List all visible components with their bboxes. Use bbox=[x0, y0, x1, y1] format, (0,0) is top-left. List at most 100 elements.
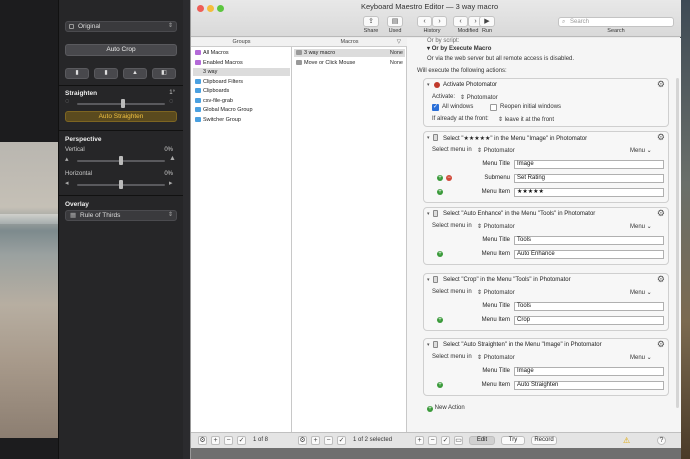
add-group-button[interactable]: + bbox=[211, 436, 220, 445]
action-select-menu[interactable]: ▾ Select "Crop" in the Menu "Tools" in Ph… bbox=[423, 273, 669, 331]
run-button[interactable]: ▶ bbox=[479, 16, 495, 27]
groups-gear-button[interactable]: ⚙ bbox=[198, 436, 207, 445]
add-macro-button[interactable]: + bbox=[311, 436, 320, 445]
edit-button[interactable]: Edit bbox=[469, 436, 495, 445]
add-submenu-button[interactable]: + bbox=[437, 175, 443, 181]
flip-vertical-icon[interactable]: ▲ bbox=[123, 68, 147, 79]
history-forward-button[interactable]: › bbox=[432, 16, 447, 27]
close-window-button[interactable] bbox=[197, 5, 204, 12]
menu-dropdown[interactable]: Menu ⌄ bbox=[630, 289, 652, 296]
add-action-button[interactable]: + bbox=[415, 436, 424, 445]
disclosure-triangle-icon[interactable]: ▾ bbox=[427, 277, 430, 283]
disclosure-triangle-icon[interactable]: ▾ bbox=[427, 211, 430, 217]
vertical-slider[interactable] bbox=[77, 156, 165, 165]
disclosure-triangle-icon[interactable]: ▾ bbox=[427, 342, 430, 348]
action-select-menu[interactable]: ▾ Select "★★★★★" in the Menu "Image" in P… bbox=[423, 131, 669, 203]
gear-icon[interactable]: ⚙ bbox=[657, 274, 665, 285]
app-select[interactable]: ⇕ Photomator bbox=[477, 223, 515, 230]
rotate-left-icon[interactable]: ▮ bbox=[65, 68, 89, 79]
modified-back-button[interactable]: ‹ bbox=[453, 16, 468, 27]
overlay-select[interactable]: ▦ Rule of Thirds ⇕ bbox=[65, 210, 177, 221]
group-item[interactable]: Clipboard Filters bbox=[193, 78, 290, 86]
menu-dropdown[interactable]: Menu ⌄ bbox=[630, 147, 652, 154]
editor-scrollbar[interactable] bbox=[676, 78, 679, 408]
group-item[interactable]: All Macros bbox=[193, 49, 290, 57]
history-back-button[interactable]: ‹ bbox=[417, 16, 432, 27]
menu-dropdown[interactable]: Menu ⌄ bbox=[630, 354, 652, 361]
group-item[interactable]: Enabled Macros bbox=[193, 59, 290, 67]
gear-icon[interactable]: ⚙ bbox=[657, 79, 665, 90]
menu-title-field[interactable]: Image bbox=[514, 160, 664, 169]
try-button[interactable]: Try bbox=[501, 436, 525, 445]
menu-title-field[interactable]: Tools bbox=[514, 302, 664, 311]
reopen-windows-checkbox[interactable] bbox=[490, 104, 497, 111]
add-menu-item-button[interactable]: + bbox=[437, 189, 443, 195]
used-button[interactable]: ▤ bbox=[387, 16, 403, 27]
action-activate-photomator[interactable]: ▾ Activate Photomator ⚙ Activate: ⇕ Phot… bbox=[423, 78, 669, 127]
group-item[interactable]: 3 way bbox=[193, 68, 290, 76]
comment-button[interactable]: ▭ bbox=[454, 436, 463, 445]
preset-select[interactable]: Original ⇕ bbox=[65, 21, 177, 32]
menu-item-field[interactable]: Auto Straighten bbox=[514, 381, 664, 390]
vertical-slider-knob[interactable] bbox=[119, 156, 123, 165]
filter-icon[interactable]: ▽ bbox=[397, 38, 401, 46]
disclosure-triangle-icon[interactable]: ▾ bbox=[427, 82, 430, 88]
enable-macro-checkbox[interactable]: ✓ bbox=[337, 436, 346, 445]
app-select[interactable]: ⇕ Photomator bbox=[477, 289, 515, 296]
app-select[interactable]: ⇕ Photomator bbox=[477, 354, 515, 361]
action-select-menu[interactable]: ▾ Select "Auto Straighten" in the Menu "I… bbox=[423, 338, 669, 396]
menu-item-field[interactable]: ★★★★★ bbox=[514, 188, 664, 197]
remove-macro-button[interactable]: − bbox=[324, 436, 333, 445]
groups-header[interactable]: Groups bbox=[191, 38, 292, 47]
macro-item[interactable]: 3 way macro None bbox=[294, 49, 405, 57]
action-select-menu[interactable]: ▾ Select "Auto Enhance" in the Menu "Tool… bbox=[423, 207, 669, 265]
comment-icon: ▭ bbox=[455, 437, 462, 444]
if-front-select[interactable]: ⇕ leave it at the front bbox=[498, 116, 554, 123]
add-menu-item-button[interactable]: + bbox=[437, 251, 443, 257]
horizontal-slider[interactable] bbox=[77, 180, 165, 189]
activate-app-select[interactable]: ⇕ Photomator bbox=[460, 94, 498, 101]
remove-action-button[interactable]: − bbox=[428, 436, 437, 445]
add-menu-item-button[interactable]: + bbox=[437, 382, 443, 388]
rotate-right-icon[interactable]: ▮ bbox=[94, 68, 118, 79]
macros-header[interactable]: Macros ▽ bbox=[292, 38, 407, 47]
horizontal-slider-knob[interactable] bbox=[119, 180, 123, 189]
enable-action-checkbox[interactable]: ✓ bbox=[441, 436, 450, 445]
enable-group-checkbox[interactable]: ✓ bbox=[237, 436, 246, 445]
menu-title-field[interactable]: Image bbox=[514, 367, 664, 376]
group-item[interactable]: Switcher Group bbox=[193, 116, 290, 124]
execute-macro-trigger[interactable]: ▾ Or by Execute Macro bbox=[427, 45, 491, 52]
group-item[interactable]: csv-file-grab bbox=[193, 97, 290, 105]
minimize-window-button[interactable] bbox=[207, 5, 214, 12]
menu-item-field[interactable]: Crop bbox=[514, 316, 664, 325]
straighten-slider-knob[interactable] bbox=[121, 99, 125, 108]
menu-dropdown[interactable]: Menu ⌄ bbox=[630, 223, 652, 230]
flip-horizontal-icon[interactable]: ◧ bbox=[152, 68, 176, 79]
menu-title-field[interactable]: Tools bbox=[514, 236, 664, 245]
warning-icon[interactable]: ⚠ bbox=[623, 436, 630, 445]
straighten-slider[interactable] bbox=[77, 99, 165, 108]
all-windows-checkbox[interactable]: ✓ bbox=[432, 104, 439, 111]
add-menu-item-button[interactable]: + bbox=[437, 317, 443, 323]
auto-straighten-button[interactable]: Auto Straighten bbox=[65, 111, 177, 122]
gear-icon[interactable]: ⚙ bbox=[657, 208, 665, 219]
new-action-button[interactable]: + New Action bbox=[427, 405, 465, 412]
remove-group-button[interactable]: − bbox=[224, 436, 233, 445]
search-input[interactable]: ⌕ Search bbox=[558, 17, 674, 27]
auto-crop-button[interactable]: Auto Crop bbox=[65, 44, 177, 56]
zoom-window-button[interactable] bbox=[217, 5, 224, 12]
help-button[interactable]: ? bbox=[657, 436, 666, 445]
group-item[interactable]: Clipboards bbox=[193, 87, 290, 95]
gear-icon[interactable]: ⚙ bbox=[657, 339, 665, 350]
app-select[interactable]: ⇕ Photomator bbox=[477, 147, 515, 154]
macro-item[interactable]: Move or Click Mouse None bbox=[294, 59, 405, 67]
submenu-field[interactable]: Set Rating bbox=[514, 174, 664, 183]
menu-item-field[interactable]: Auto Enhance bbox=[514, 250, 664, 259]
record-button[interactable]: Record bbox=[531, 436, 557, 445]
macros-gear-button[interactable]: ⚙ bbox=[298, 436, 307, 445]
play-icon: ▶ bbox=[484, 18, 490, 25]
share-button[interactable]: ⇪ bbox=[363, 16, 379, 27]
disclosure-triangle-icon[interactable]: ▾ bbox=[427, 135, 430, 141]
group-item[interactable]: Global Macro Group bbox=[193, 106, 290, 114]
gear-icon[interactable]: ⚙ bbox=[657, 132, 665, 143]
